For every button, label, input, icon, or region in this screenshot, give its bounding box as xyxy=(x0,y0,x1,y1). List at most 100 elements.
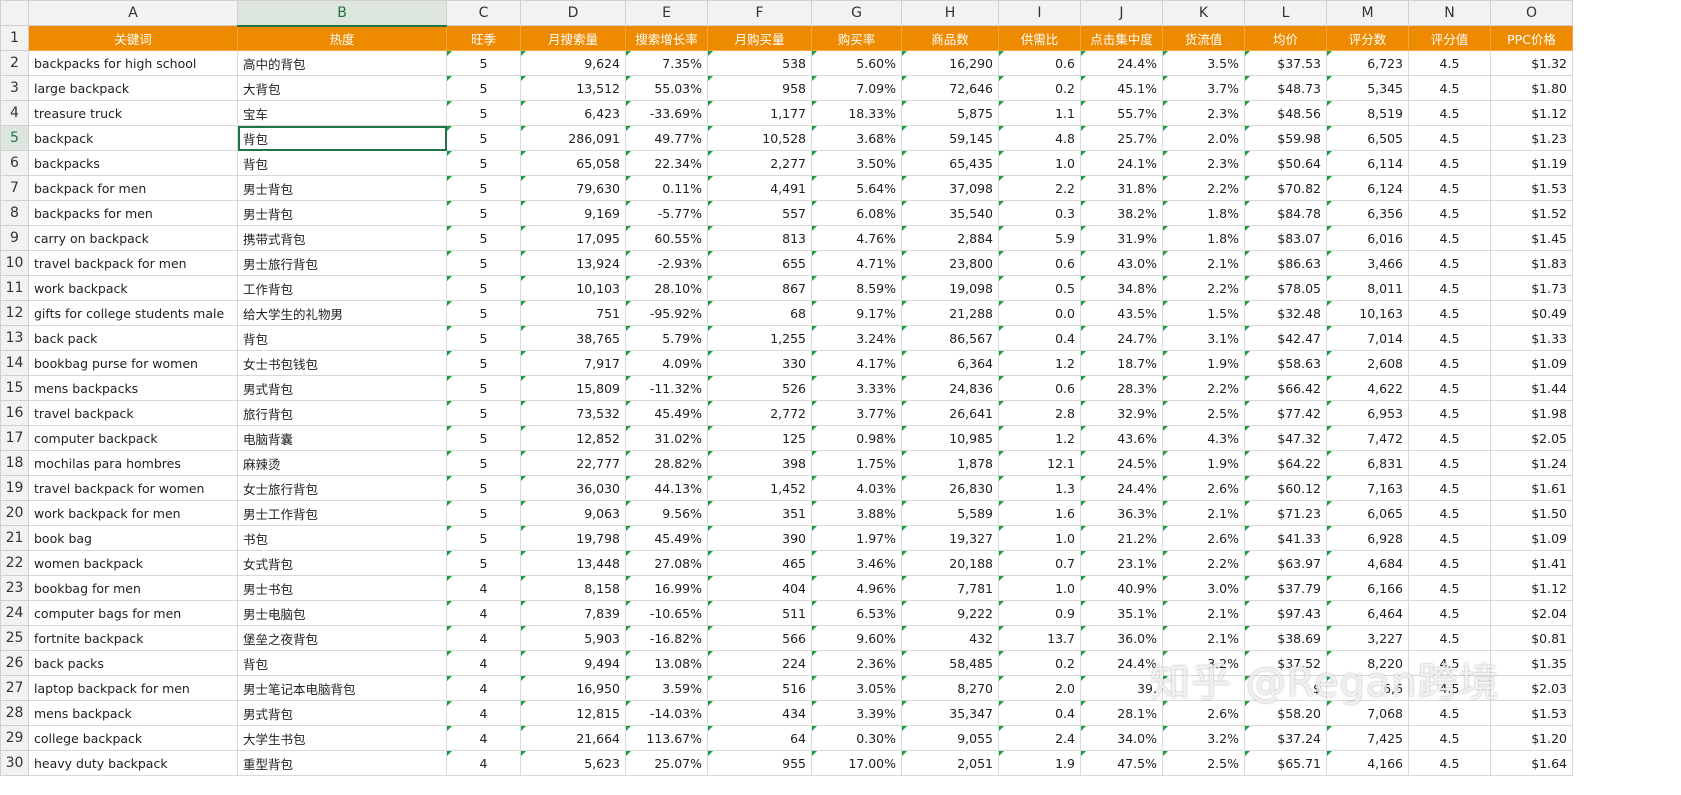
table-cell[interactable]: 5 xyxy=(446,100,521,126)
table-cell[interactable]: $2.04 xyxy=(1490,600,1573,626)
table-cell[interactable]: 32.9% xyxy=(1080,400,1163,426)
table-cell[interactable]: 0.0 xyxy=(998,300,1081,326)
table-cell[interactable]: 宝车 xyxy=(237,100,447,126)
table-cell[interactable]: 55.7% xyxy=(1080,100,1163,126)
table-cell[interactable]: 7.35% xyxy=(625,50,708,76)
row-number[interactable]: 14 xyxy=(0,350,29,376)
table-cell[interactable]: $ xyxy=(1244,675,1327,701)
column-header-f[interactable]: F xyxy=(707,0,812,26)
table-cell[interactable]: 813 xyxy=(707,225,812,251)
table-cell[interactable]: 0.7 xyxy=(998,550,1081,576)
table-cell[interactable]: 7,839 xyxy=(520,600,626,626)
table-cell[interactable]: 43.5% xyxy=(1080,300,1163,326)
table-cell[interactable]: 5 xyxy=(446,325,521,351)
table-cell[interactable]: 1,177 xyxy=(707,100,812,126)
table-cell[interactable]: 男士书包 xyxy=(237,575,447,601)
table-cell[interactable]: 24.4% xyxy=(1080,50,1163,76)
table-cell[interactable]: 0.2 xyxy=(998,650,1081,676)
table-cell[interactable]: 125 xyxy=(707,425,812,451)
table-cell[interactable]: 9,624 xyxy=(520,50,626,76)
table-cell[interactable]: 4 xyxy=(446,700,521,726)
row-number[interactable]: 2 xyxy=(0,50,29,76)
table-cell[interactable]: 6.08% xyxy=(811,200,902,226)
table-cell[interactable]: 1,452 xyxy=(707,475,812,501)
table-cell[interactable]: 4 xyxy=(446,575,521,601)
table-cell[interactable]: 5.60% xyxy=(811,50,902,76)
table-cell[interactable]: 13.08% xyxy=(625,650,708,676)
table-cell[interactable]: 4.5 xyxy=(1408,700,1491,726)
table-cell[interactable]: $66.42 xyxy=(1244,375,1327,401)
field-header-cell[interactable]: 热度 xyxy=(237,25,447,51)
table-cell[interactable]: 男士笔记本电脑背包 xyxy=(237,675,447,701)
table-cell[interactable]: 28.3% xyxy=(1080,375,1163,401)
table-cell[interactable]: 男士背包 xyxy=(237,200,447,226)
field-header-cell[interactable]: PPC价格 xyxy=(1490,25,1573,51)
table-cell[interactable]: 43.0% xyxy=(1080,250,1163,276)
table-cell[interactable]: $78.05 xyxy=(1244,275,1327,301)
table-cell[interactable]: 86,567 xyxy=(901,325,999,351)
table-cell[interactable]: 麻辣烫 xyxy=(237,450,447,476)
table-cell[interactable]: 13.7 xyxy=(998,625,1081,651)
row-number[interactable]: 17 xyxy=(0,425,29,451)
table-cell[interactable]: 0.6 xyxy=(998,50,1081,76)
table-cell[interactable]: 6,016 xyxy=(1326,225,1409,251)
table-cell[interactable]: 4.5 xyxy=(1408,200,1491,226)
row-number[interactable]: 3 xyxy=(0,75,29,101)
table-cell[interactable]: 6,065 xyxy=(1326,500,1409,526)
table-cell[interactable]: $59.98 xyxy=(1244,125,1327,151)
table-cell[interactable]: $1.35 xyxy=(1490,650,1573,676)
table-cell[interactable]: 3,466 xyxy=(1326,250,1409,276)
table-cell[interactable]: 1,255 xyxy=(707,325,812,351)
table-cell[interactable]: work backpack xyxy=(28,275,238,301)
table-cell[interactable]: 65,058 xyxy=(520,150,626,176)
table-cell[interactable]: $1.12 xyxy=(1490,575,1573,601)
table-cell[interactable]: 4.5 xyxy=(1408,150,1491,176)
table-cell[interactable]: 3.1% xyxy=(1162,325,1245,351)
table-cell[interactable]: $63.97 xyxy=(1244,550,1327,576)
table-cell[interactable]: 2.2% xyxy=(1162,550,1245,576)
table-cell[interactable]: 男士电脑包 xyxy=(237,600,447,626)
table-cell[interactable]: 5 xyxy=(446,550,521,576)
column-header-n[interactable]: N xyxy=(1408,0,1491,26)
table-cell[interactable]: 10,103 xyxy=(520,275,626,301)
column-header-b[interactable]: B xyxy=(237,0,447,27)
table-cell[interactable]: 1.97% xyxy=(811,525,902,551)
table-cell[interactable]: 31.8% xyxy=(1080,175,1163,201)
table-cell[interactable]: 10,528 xyxy=(707,125,812,151)
table-cell[interactable]: 1.9% xyxy=(1162,450,1245,476)
table-cell[interactable]: 538 xyxy=(707,50,812,76)
table-cell[interactable]: 2.5% xyxy=(1162,750,1245,776)
table-cell[interactable]: $37.52 xyxy=(1244,650,1327,676)
table-cell[interactable]: $60.12 xyxy=(1244,475,1327,501)
table-cell[interactable]: 24.4% xyxy=(1080,475,1163,501)
table-cell[interactable]: 4.5 xyxy=(1408,275,1491,301)
table-cell[interactable]: 286,091 xyxy=(520,125,626,151)
table-cell[interactable]: 4.5 xyxy=(1408,675,1491,701)
table-cell[interactable]: $2.05 xyxy=(1490,425,1573,451)
table-cell[interactable]: 19,327 xyxy=(901,525,999,551)
table-cell[interactable]: 465 xyxy=(707,550,812,576)
row-number[interactable]: 18 xyxy=(0,450,29,476)
table-cell[interactable]: $1.33 xyxy=(1490,325,1573,351)
table-cell[interactable]: 351 xyxy=(707,500,812,526)
table-cell[interactable]: 6,6 xyxy=(1326,675,1409,701)
table-cell[interactable]: backpacks xyxy=(28,150,238,176)
table-cell[interactable]: $41.33 xyxy=(1244,525,1327,551)
table-cell[interactable]: 2.3% xyxy=(1162,150,1245,176)
table-cell[interactable]: 8.59% xyxy=(811,275,902,301)
table-cell[interactable]: back pack xyxy=(28,325,238,351)
table-cell[interactable]: 1.0 xyxy=(998,575,1081,601)
table-cell[interactable]: 2.2% xyxy=(1162,375,1245,401)
table-cell[interactable]: 867 xyxy=(707,275,812,301)
table-cell[interactable]: 4.03% xyxy=(811,475,902,501)
table-cell[interactable]: 2.8 xyxy=(998,400,1081,426)
table-cell[interactable]: 40.9% xyxy=(1080,575,1163,601)
table-cell[interactable]: -14.03% xyxy=(625,700,708,726)
table-cell[interactable]: 2,884 xyxy=(901,225,999,251)
table-cell[interactable]: 0.30% xyxy=(811,725,902,751)
row-number[interactable]: 25 xyxy=(0,625,29,651)
column-header-k[interactable]: K xyxy=(1162,0,1245,26)
field-header-cell[interactable]: 评分值 xyxy=(1408,25,1491,51)
table-cell[interactable]: $0.49 xyxy=(1490,300,1573,326)
table-cell[interactable]: 5 xyxy=(446,375,521,401)
